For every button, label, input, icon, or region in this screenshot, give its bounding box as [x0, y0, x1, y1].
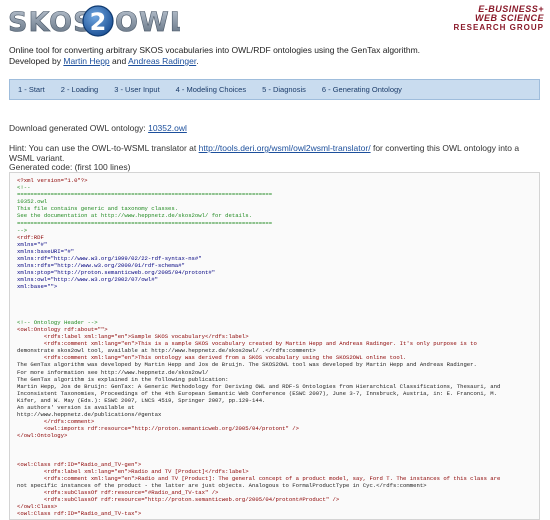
hint-prefix: Hint: You can use the OWL-to-WSML transl… [9, 143, 197, 153]
code-line: </owl:Ontology> [17, 432, 68, 440]
nav-step-3[interactable]: 3 - User Input [106, 85, 167, 94]
code-line: <owl:Ontology rdf:about=""> [17, 325, 108, 333]
code-line: xmlns:baseURI="#" [17, 247, 75, 255]
code-line: <rdfs:comment xml:lang="en">Radio and TV… [17, 474, 501, 482]
code-line: ========================================… [17, 191, 273, 199]
code-line: <rdf:RDF [17, 233, 44, 241]
code-line: Inconsistent Taxonomies, Proceedings of … [17, 389, 498, 397]
code-line: This file contains generic and taxonomy … [17, 205, 179, 213]
nav-step-4[interactable]: 4 - Modeling Choices [168, 85, 254, 94]
code-line: --> [17, 226, 28, 234]
code-line: demonstrate skos2owl tool, available at … [17, 347, 316, 355]
code-line: Kifer, and W. May (Eds.): ESWC 2007, LNC… [17, 396, 266, 404]
code-line: <owl:Class rdf:ID="Radio_and_TV-tax"> [17, 510, 142, 518]
owl2wsml-translator-link[interactable]: http://tools.deri.org/wsml/owl2wsml-tran… [199, 143, 371, 153]
code-line: The GenTax algorithm was developed by Ma… [17, 361, 477, 369]
code-line: For more information see http://www.hepp… [17, 368, 209, 376]
skos2owl-logo[interactable]: SKOS 2 OWL [8, 4, 180, 40]
header: SKOS 2 OWL E-BUSINESS+ WEB SCIENCE RESEA… [0, 0, 550, 44]
download-label: Download generated OWL ontology: [9, 123, 146, 133]
code-line: <owl:imports rdf:resource="http://proton… [17, 425, 299, 433]
code-line: http://www.heppnetz.de/publications/#gen… [17, 411, 162, 419]
intro-text: Online tool for converting arbitrary SKO… [9, 45, 539, 67]
code-line: <!-- [17, 184, 31, 192]
code-line: <rdfs:subClassOf rdf:resource="#Radio_an… [17, 489, 219, 497]
intro-trailer: . [196, 56, 199, 66]
code-line: <rdfs:label xml:lang="en">Sample SKOS vo… [17, 333, 249, 341]
code-line: The GenTax algorithm is explained in the… [17, 375, 229, 383]
code-line: An authors' version is available at [17, 404, 135, 411]
wizard-steps-nav: 1 - Start 2 - Loading 3 - User Input 4 - Mo… [9, 79, 540, 100]
code-line: See the documentation at http://www.hepp… [17, 212, 252, 220]
skos2owl-logo-graphic: SKOS 2 OWL [8, 5, 180, 38]
code-line: </owl:Class> [17, 503, 58, 511]
intro-developers: Developed by Martin Hepp and Andreas Rad… [9, 56, 539, 67]
generated-code-box[interactable]: <?xml version="1.0"?> <!-- ===============… [9, 172, 540, 520]
code-line: ========================================… [17, 219, 273, 227]
and-label: and [112, 56, 127, 66]
code-line: xmlns:rdfs="http://www.w3.org/2000/01/rd… [17, 262, 185, 270]
code-line: <rdfs:label xml:lang="en">Radio and TV [… [17, 467, 249, 475]
svg-text:SKOS: SKOS [8, 7, 94, 38]
code-line: <rdfs:comment xml:lang="en">This ontolog… [17, 354, 407, 362]
code-line: <?xml version="1.0"?> [17, 177, 88, 184]
code-line: <owl:Class rdf:ID="Radio_and_TV-gen"> [17, 460, 142, 468]
code-line: xmlns:rdf="http://www.w3.org/1999/02/22-… [17, 255, 202, 263]
code-line: xml:base=""> [17, 283, 58, 291]
svg-text:2: 2 [90, 8, 107, 36]
developed-by-label: Developed by [9, 56, 61, 66]
code-line: xmlns:ptop="http://proton.semanticweb.or… [17, 269, 216, 277]
download-line: Download generated OWL ontology: 10352.o… [9, 123, 187, 133]
nav-step-5[interactable]: 5 - Diagnosis [254, 85, 314, 94]
download-owl-link[interactable]: 10352.owl [148, 123, 187, 133]
code-line: <!-- Ontology Header --> [17, 318, 98, 326]
ebusiness-research-group-logo[interactable]: E-BUSINESS+ WEB SCIENCE RESEARCH GROUP [453, 5, 544, 33]
hint-line: Hint: You can use the OWL-to-WSML transl… [9, 143, 544, 163]
generated-code-label: Generated code: (first 100 lines) [9, 162, 131, 172]
nav-step-2[interactable]: 2 - Loading [53, 85, 107, 94]
nav-step-6[interactable]: 6 - Generating Ontology [314, 85, 410, 94]
brand-line-3: RESEARCH GROUP [453, 23, 544, 32]
code-line: not specific instances of the product - … [17, 482, 427, 490]
author-martin-hepp-link[interactable]: Martin Hepp [63, 56, 109, 66]
code-line: <rdfs:subClassOf rdf:resource="http://pr… [17, 496, 340, 504]
svg-text:OWL: OWL [115, 7, 180, 38]
code-line: <rdfs:comment xml:lang="en">This is a sa… [17, 340, 477, 348]
nav-step-1[interactable]: 1 - Start [10, 85, 53, 94]
author-andreas-radinger-link[interactable]: Andreas Radinger [128, 56, 196, 66]
code-line: Martin Hepp, Jos de Bruijn: GenTax: A Ge… [17, 382, 501, 390]
intro-description: Online tool for converting arbitrary SKO… [9, 45, 421, 55]
code-line: xmlns="#" [17, 240, 48, 248]
code-line: xmlns:owl="http://www.w3.org/2002/07/owl… [17, 276, 158, 284]
brand-line-2: WEB SCIENCE [474, 13, 544, 23]
code-line: 10352.owl [17, 198, 48, 206]
code-line: </rdfs:comment> [17, 418, 95, 426]
